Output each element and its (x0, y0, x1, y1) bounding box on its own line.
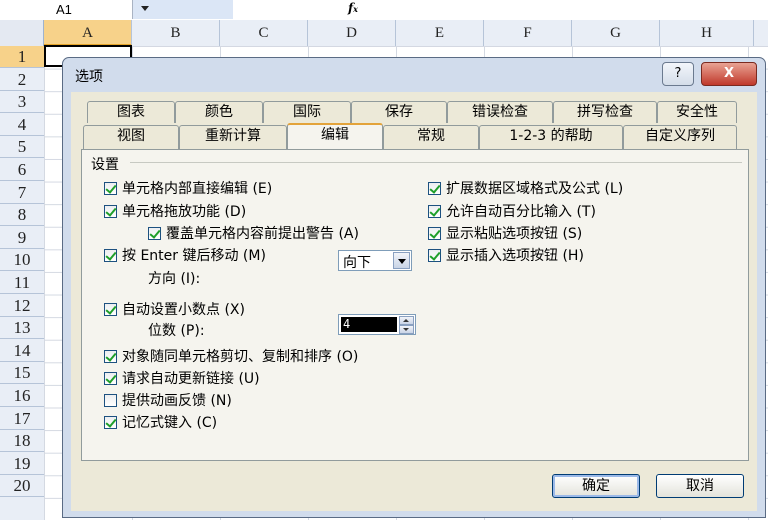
settings-divider (130, 162, 742, 163)
edit-tab-panel: 设置 单元格内部直接编辑 (E) 单元格拖放功能 (D) 覆盖单元格内容前提出警… (81, 149, 749, 461)
row-header[interactable]: 20 (0, 475, 44, 498)
cancel-button[interactable]: 取消 (656, 474, 744, 498)
tab-chart[interactable]: 图表 (87, 101, 175, 123)
checkbox-checked-icon[interactable] (428, 182, 441, 195)
formula-bar: A1 fx (0, 0, 768, 21)
column-headers: A B C D E F G H (0, 20, 768, 47)
column-header-f[interactable]: F (484, 20, 572, 46)
row-header[interactable]: 1 (0, 46, 44, 68)
row-header[interactable]: 8 (0, 204, 44, 227)
row-header[interactable]: 6 (0, 159, 44, 181)
row-header[interactable]: 18 (0, 430, 44, 453)
decimal-places-spinner[interactable]: 4 (338, 314, 416, 335)
column-header-b[interactable]: B (132, 20, 220, 46)
column-header-g[interactable]: G (572, 20, 660, 46)
settings-group-label: 设置 (91, 157, 119, 173)
checkbox-checked-icon[interactable] (104, 350, 117, 363)
row-header[interactable]: 5 (0, 136, 44, 159)
select-all-corner[interactable] (0, 20, 44, 46)
insert-function-icon[interactable]: fx (348, 1, 358, 15)
tab-edit[interactable]: 编辑 (287, 123, 383, 149)
row-header[interactable]: 14 (0, 340, 44, 362)
tab-view[interactable]: 视图 (83, 125, 179, 149)
name-box-dropdown[interactable]: fx (133, 0, 358, 19)
tab-spelling[interactable]: 拼写检查 (553, 101, 657, 123)
direction-select[interactable]: 向下 (338, 250, 412, 271)
tab-error-checking[interactable]: 错误检查 (447, 101, 553, 123)
column-header-a[interactable]: A (44, 20, 132, 46)
dialog-title: 选项 (75, 69, 103, 85)
ok-button[interactable]: 确定 (552, 474, 640, 498)
tab-general[interactable]: 常规 (383, 125, 479, 149)
checkbox-checked-icon[interactable] (104, 249, 117, 262)
direction-label: 方向 (I): (148, 271, 201, 287)
row-header[interactable]: 12 (0, 295, 44, 317)
checkbox-checked-icon[interactable] (104, 416, 117, 429)
row-header[interactable]: 3 (0, 91, 44, 114)
tab-custom-lists[interactable]: 自定义序列 (623, 125, 737, 149)
name-box[interactable]: A1 (0, 0, 133, 19)
checkbox-checked-icon[interactable] (104, 303, 117, 316)
row-header[interactable]: 11 (0, 272, 44, 294)
checkbox-checked-icon[interactable] (428, 227, 441, 240)
dialog-client-area: 图表 颜色 国际 保存 错误检查 拼写检查 安全性 视图 重新计算 编辑 常规 … (71, 92, 757, 511)
checkbox-checked-icon[interactable] (148, 227, 161, 240)
column-header-h[interactable]: H (660, 20, 754, 46)
checkbox-unchecked-icon[interactable] (104, 394, 117, 407)
column-header-c[interactable]: C (220, 20, 308, 46)
checkbox-checked-icon[interactable] (428, 205, 441, 218)
row-headers: 1 2 3 4 5 6 7 8 9 10 11 12 13 14 15 16 1… (0, 46, 45, 520)
column-header-e[interactable]: E (396, 20, 484, 46)
row-header[interactable]: 7 (0, 182, 44, 204)
checkbox-checked-icon[interactable] (104, 205, 117, 218)
chevron-down-icon[interactable] (393, 252, 410, 269)
tab-security[interactable]: 安全性 (657, 101, 737, 123)
close-button[interactable]: X (701, 62, 757, 86)
spin-up-icon[interactable] (399, 316, 414, 325)
row-header[interactable]: 15 (0, 362, 44, 385)
checkbox-checked-icon[interactable] (104, 182, 117, 195)
column-header-d[interactable]: D (308, 20, 396, 46)
tab-save[interactable]: 保存 (351, 101, 447, 123)
row-header[interactable]: 19 (0, 453, 44, 475)
row-header[interactable]: 13 (0, 317, 44, 340)
row-header[interactable]: 16 (0, 385, 44, 407)
chevron-down-icon (141, 6, 149, 11)
row-header[interactable]: 4 (0, 114, 44, 136)
options-dialog: 选项 ? X 图表 颜色 国际 保存 错误检查 拼写检查 安全性 视图 重新计算… (62, 57, 766, 518)
row-header[interactable]: 10 (0, 249, 44, 272)
row-header[interactable]: 17 (0, 408, 44, 430)
tab-lotus-help[interactable]: 1-2-3 的帮助 (479, 125, 623, 149)
tab-color[interactable]: 颜色 (175, 101, 263, 123)
help-button[interactable]: ? (662, 62, 694, 86)
tab-international[interactable]: 国际 (263, 101, 351, 123)
checkbox-checked-icon[interactable] (104, 372, 117, 385)
checkbox-checked-icon[interactable] (428, 249, 441, 262)
spin-down-icon[interactable] (399, 325, 414, 334)
decimal-places-label: 位数 (P): (148, 323, 205, 339)
row-header[interactable]: 2 (0, 69, 44, 91)
tab-calculation[interactable]: 重新计算 (179, 125, 287, 149)
row-header[interactable]: 9 (0, 227, 44, 249)
decimal-places-input[interactable]: 4 (341, 317, 397, 332)
